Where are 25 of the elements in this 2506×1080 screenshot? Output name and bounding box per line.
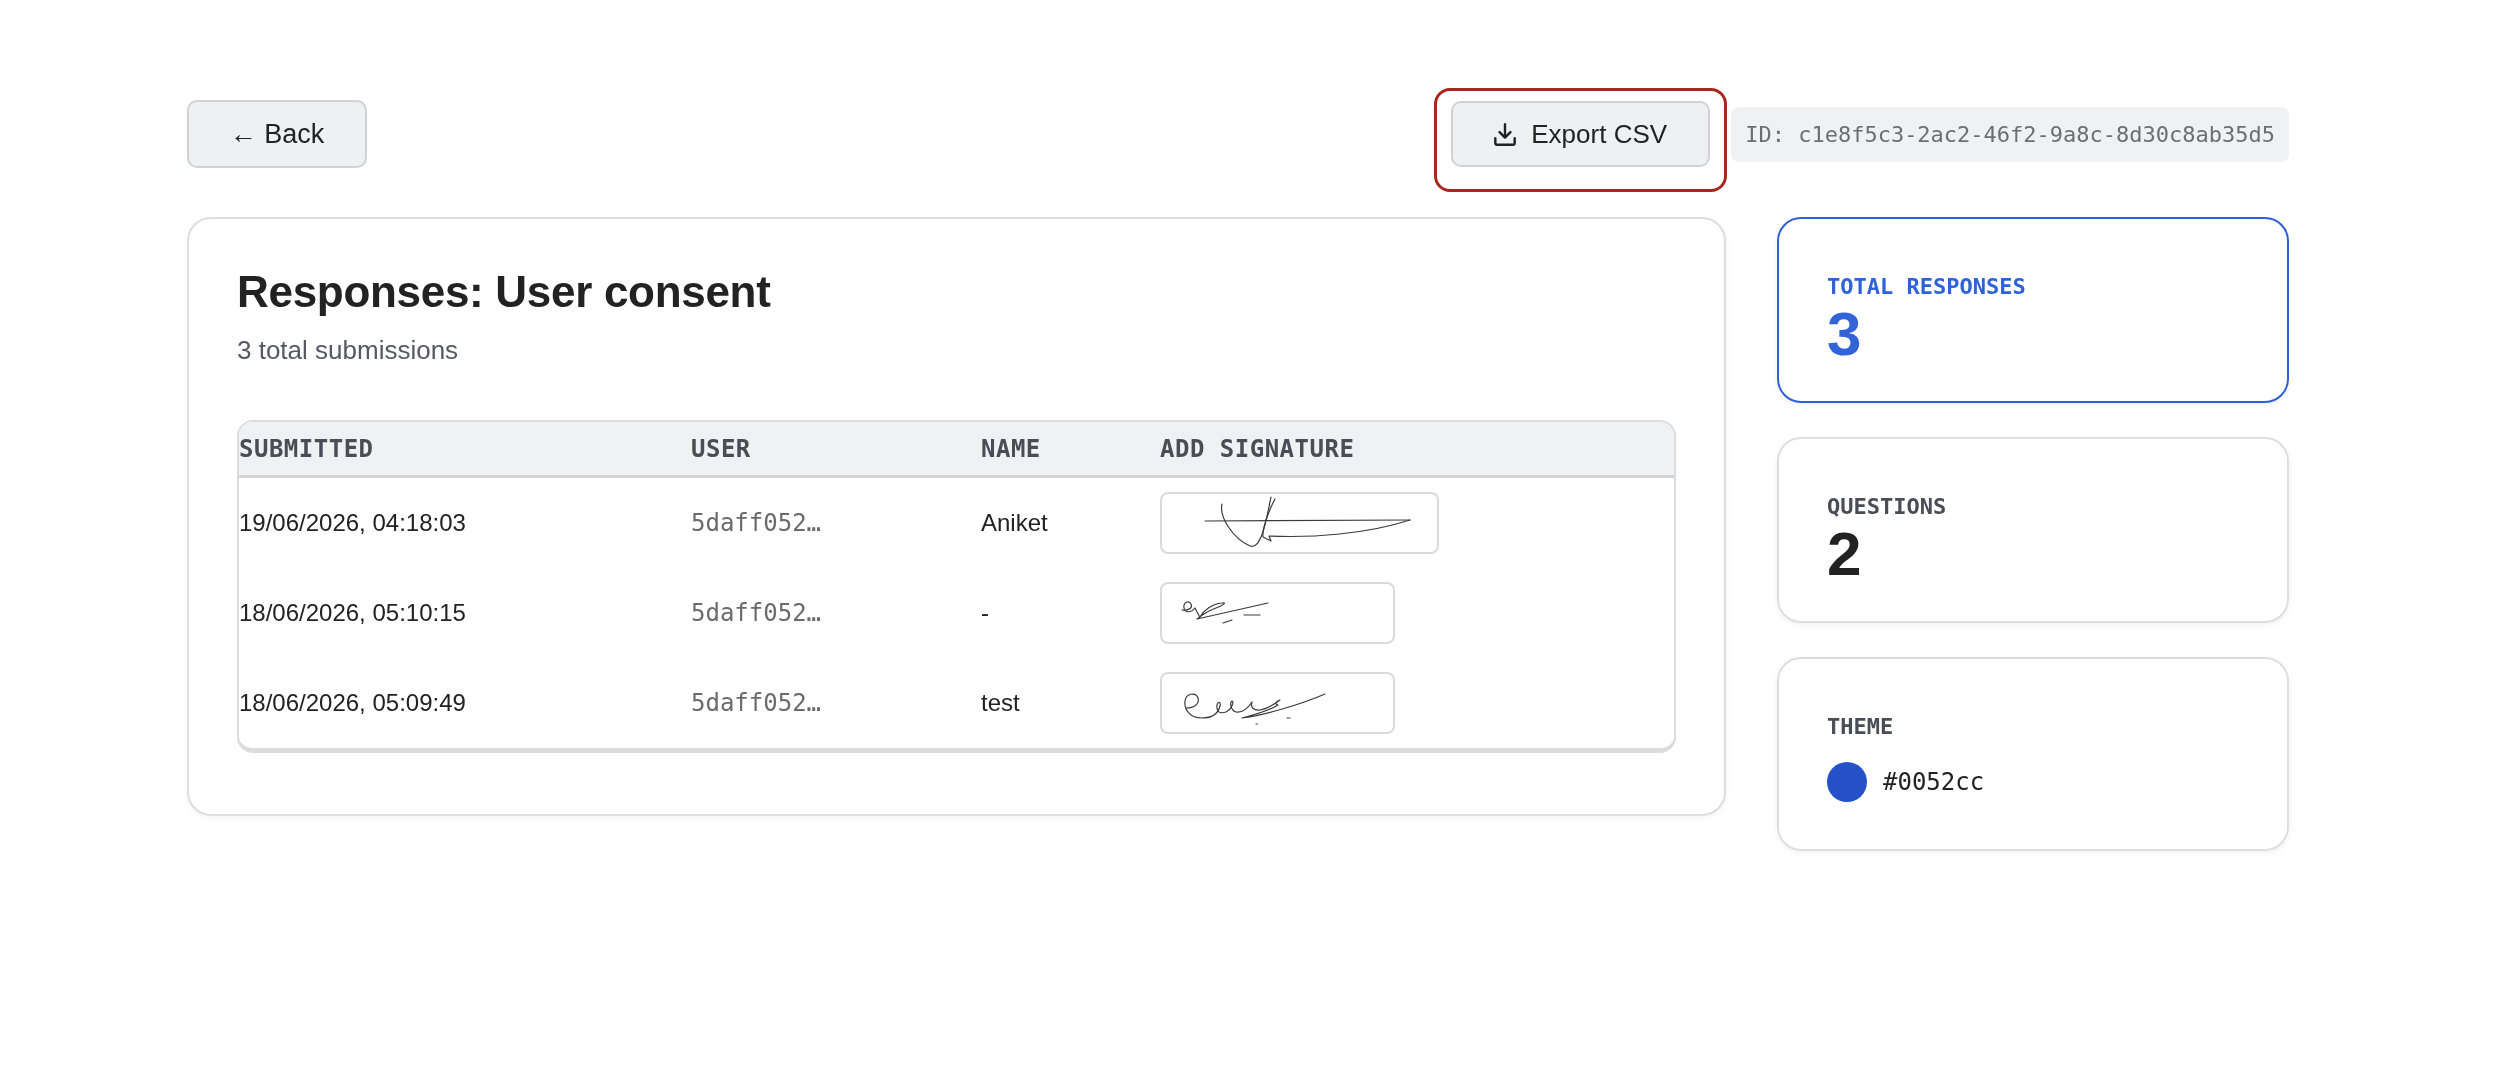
table-cell-text: 5daff052… [691, 508, 823, 539]
stat-label: THEME [1827, 714, 1895, 740]
column-header: SUBMITTED [239, 422, 691, 478]
export-csv-button[interactable]: Export CSV [1451, 101, 1711, 167]
id-tag: ID: c1e8f5c3-2ac2-46f2-9a8c-8d30c8ab35d5 [1731, 107, 2289, 162]
page-title: Responses: User consent [237, 266, 772, 318]
table-cell-text: 18/06/2026, 05:10:15 [239, 598, 467, 628]
column-header: USER [691, 422, 981, 478]
column-header: ADD SIGNATURE [1160, 422, 1674, 478]
download-icon [1494, 122, 1517, 146]
stat-label: TOTAL RESPONSES [1827, 274, 2027, 300]
stat-value: 3 [1827, 303, 1863, 365]
table-cell-text: 5daff052… [691, 688, 823, 719]
table-cell-text: 19/06/2026, 04:18:03 [239, 508, 467, 538]
table-cell-text: 5daff052… [691, 598, 823, 629]
column-header: NAME [981, 422, 1160, 478]
color-code: #0052cc [1883, 767, 1985, 798]
table-cell-text: - [981, 598, 990, 628]
stat-value: 2 [1827, 523, 1863, 585]
table-cell-text: test [981, 688, 1021, 718]
submission-count: 3 total submissions [237, 334, 460, 367]
table-cell-text: 18/06/2026, 05:09:49 [239, 688, 467, 718]
stat-label: QUESTIONS [1827, 494, 1948, 520]
back-button[interactable]: ← Back [187, 100, 367, 168]
table-cell-text: Aniket [981, 508, 1049, 538]
